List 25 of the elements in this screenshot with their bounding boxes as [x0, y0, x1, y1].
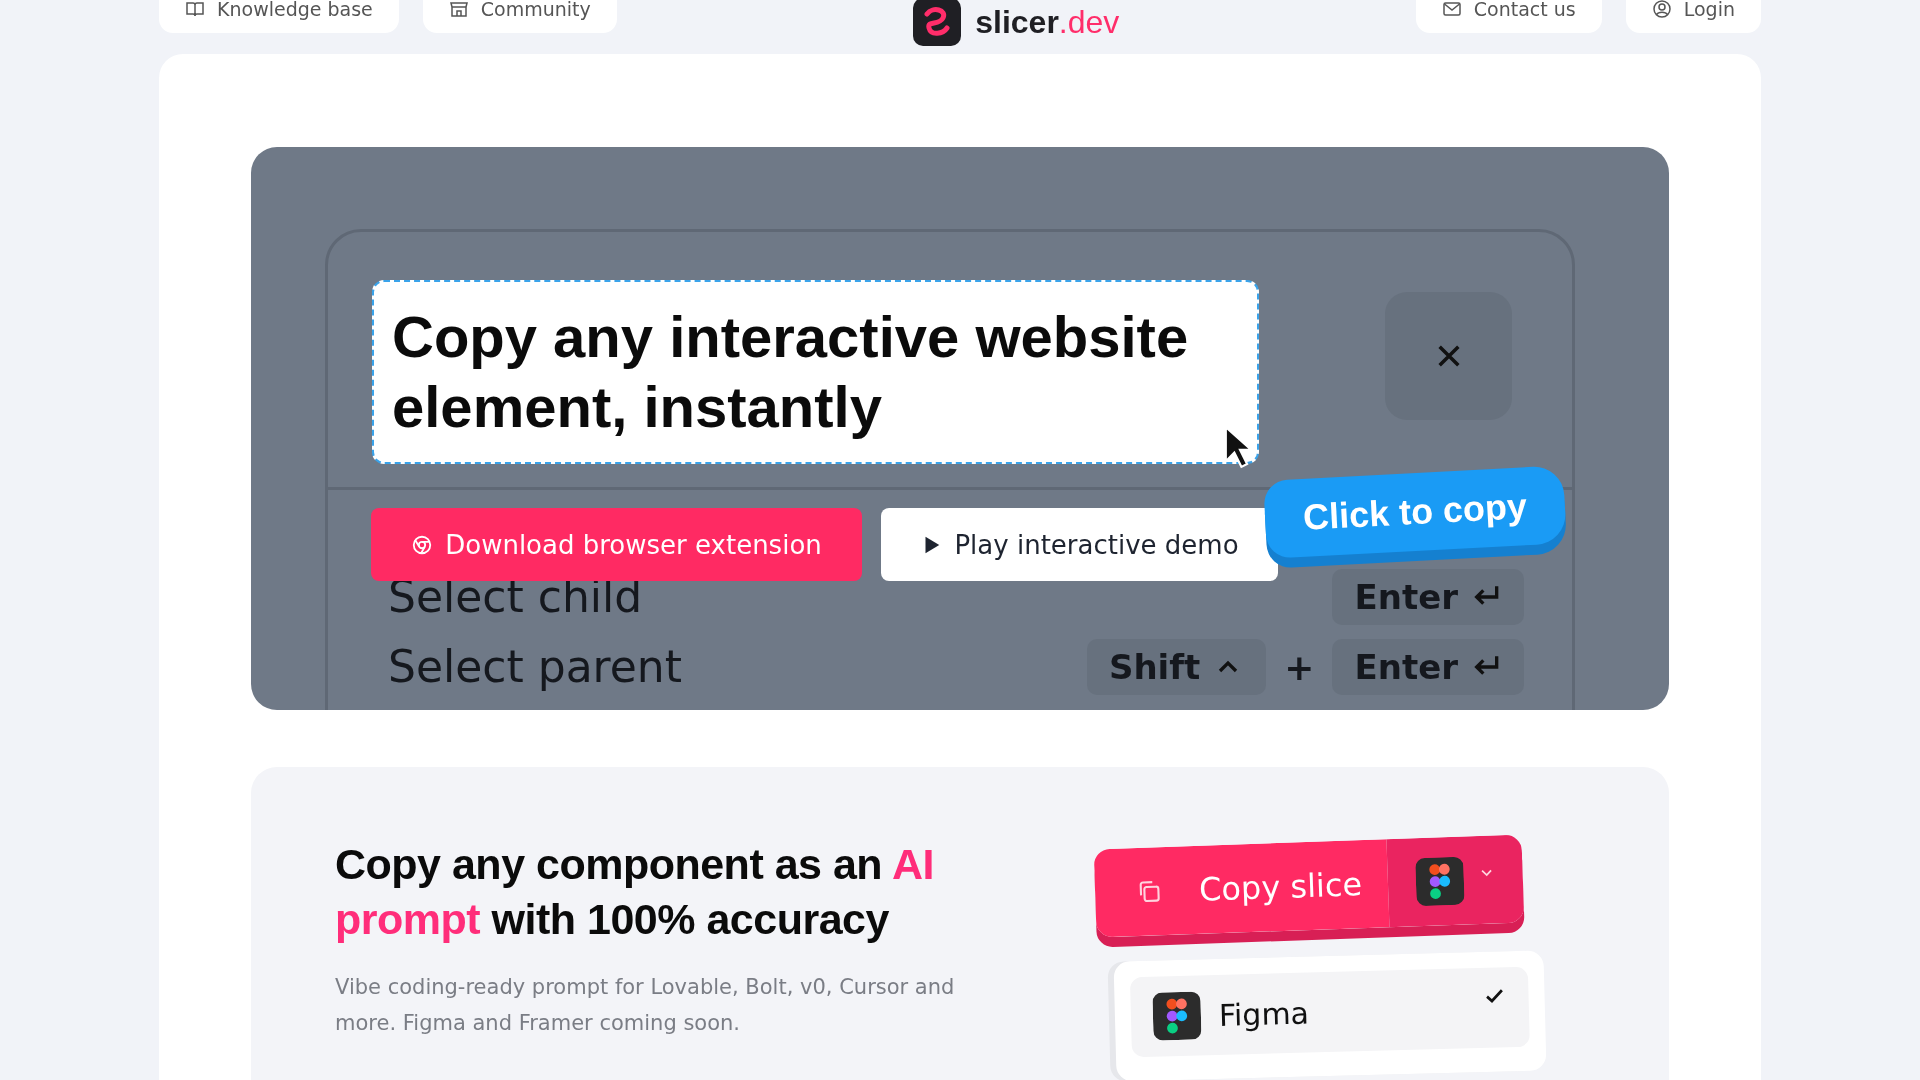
- key-cap: Shift: [1086, 639, 1267, 695]
- nav-link[interactable]: Contact us: [1415, 0, 1602, 33]
- figma-icon: [1152, 991, 1202, 1041]
- shortcut-label: Select parent: [388, 641, 682, 693]
- close-button[interactable]: [1385, 292, 1512, 420]
- demo-button[interactable]: Play interactive demo: [881, 508, 1278, 581]
- menu-item[interactable]: Figma: [1129, 966, 1530, 1058]
- chrome-icon: [411, 533, 434, 556]
- feature-title: Copy any component as an AI prompt with 100% accuracy: [335, 839, 935, 945]
- book-icon: [185, 0, 205, 19]
- nav-link[interactable]: Knowledge base: [159, 0, 399, 33]
- plus-sign: +: [1284, 646, 1315, 688]
- nav-link[interactable]: Login: [1625, 0, 1761, 33]
- nav-link[interactable]: Community: [422, 0, 617, 33]
- feature-description: Vibe coding-ready prompt for Lovable, Bolt, v0, Cursor and more. Figma and Framer coming soon.: [335, 974, 956, 1037]
- hero-headline: Copy any interactive website element, instantly: [372, 280, 1259, 464]
- store-icon: [448, 0, 469, 19]
- key-cap: Enter: [1332, 569, 1524, 625]
- user-icon: [1651, 0, 1672, 19]
- figma-icon: [1414, 856, 1465, 907]
- download-button[interactable]: Download browser extension: [371, 508, 862, 581]
- key-cap: Enter: [1332, 639, 1524, 695]
- logo-icon: [913, 0, 962, 46]
- mail-icon: [1441, 0, 1462, 19]
- logo-text[interactable]: slicer.dev: [975, 3, 1120, 41]
